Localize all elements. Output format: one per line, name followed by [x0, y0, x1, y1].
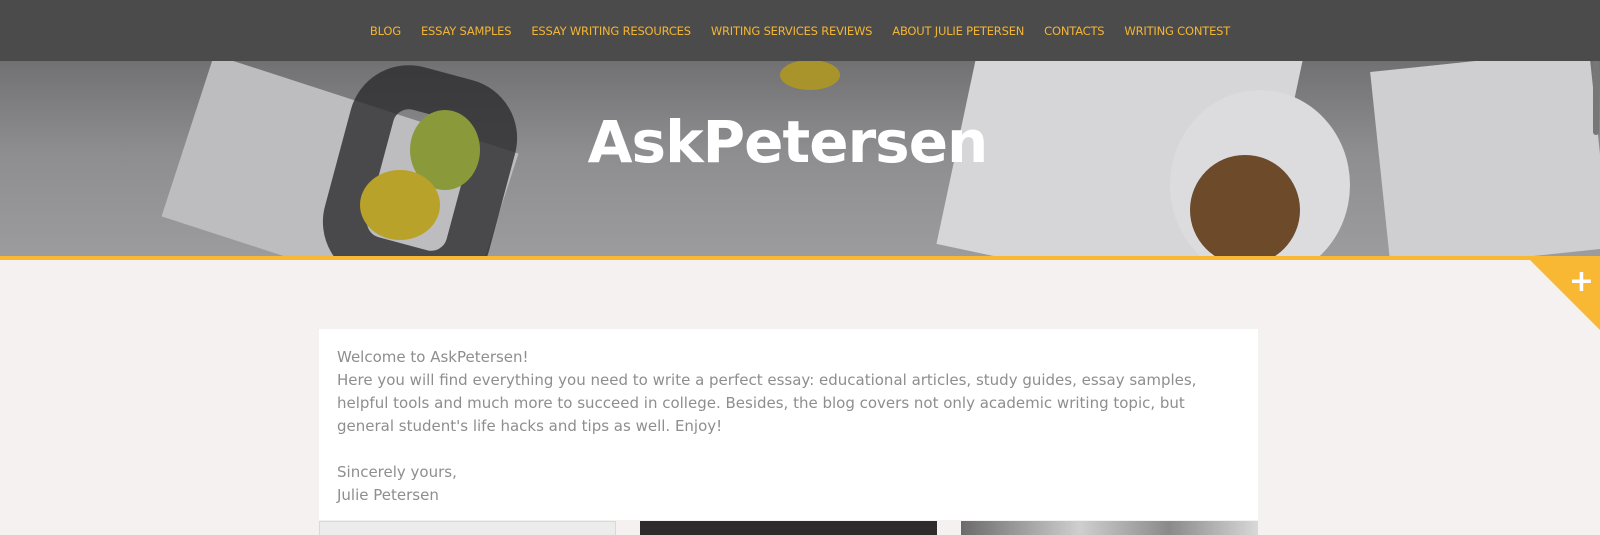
site-title[interactable]: AskPetersen: [0, 108, 1575, 176]
intro-closing: Sincerely yours,: [337, 463, 457, 481]
intro-body: Here you will find everything you need t…: [337, 371, 1197, 435]
intro-spacer: [337, 438, 1240, 461]
post-card-thumbnail[interactable]: [640, 521, 937, 535]
post-card-thumbnail[interactable]: [319, 521, 616, 535]
nav-item-blog[interactable]: BLOG: [370, 24, 401, 38]
nav-item-writing-contest[interactable]: WRITING CONTEST: [1124, 24, 1230, 38]
plus-icon: +: [1568, 264, 1594, 299]
nav-item-writing-services-reviews[interactable]: WRITING SERVICES REVIEWS: [711, 24, 873, 38]
corner-expand-button[interactable]: +: [1530, 260, 1600, 330]
page-scrollbar[interactable]: [1593, 60, 1599, 135]
intro-greeting: Welcome to AskPetersen!: [337, 348, 529, 366]
intro-panel: Welcome to AskPetersen! Here you will fi…: [319, 329, 1258, 520]
hero-background-flower: [780, 60, 840, 90]
hero-background-flower: [360, 170, 440, 240]
nav-item-contacts[interactable]: CONTACTS: [1044, 24, 1104, 38]
post-card-thumbnail[interactable]: [961, 521, 1258, 535]
main-navigation: BLOG ESSAY SAMPLES ESSAY WRITING RESOURC…: [0, 0, 1600, 61]
nav-item-essay-samples[interactable]: ESSAY SAMPLES: [421, 24, 512, 38]
accent-divider: [0, 256, 1600, 260]
nav-item-essay-writing-resources[interactable]: ESSAY WRITING RESOURCES: [531, 24, 691, 38]
nav-item-about-julie-petersen[interactable]: ABOUT JULIE PETERSEN: [892, 24, 1024, 38]
intro-signature: Julie Petersen: [337, 486, 439, 504]
